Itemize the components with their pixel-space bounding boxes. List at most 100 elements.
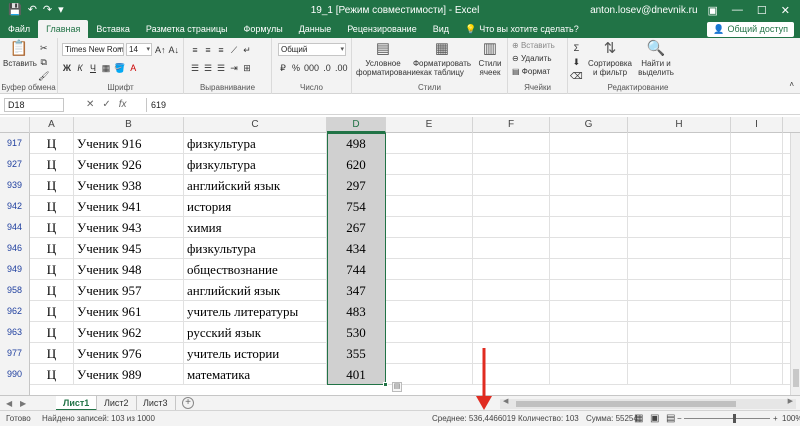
row-header[interactable]: 939 (0, 175, 30, 196)
customize-icon[interactable]: ▾ (58, 0, 64, 20)
copy-icon[interactable]: ⧉ (38, 56, 49, 68)
bold-icon[interactable]: Ж (62, 62, 72, 74)
cell-b[interactable]: Ученик 962 (74, 322, 184, 343)
empty-cell[interactable] (473, 322, 550, 343)
font-size-select[interactable]: 14▾ (126, 43, 152, 56)
zoom-out-icon[interactable]: − (677, 411, 682, 427)
empty-cell[interactable] (473, 364, 550, 385)
cell-b[interactable]: Ученик 916 (74, 133, 184, 154)
column-header-h[interactable]: H (628, 117, 731, 133)
row-header[interactable]: 927 (0, 154, 30, 175)
empty-cell[interactable] (550, 238, 628, 259)
row-header[interactable]: 944 (0, 217, 30, 238)
empty-cell[interactable] (386, 217, 473, 238)
empty-cell[interactable] (473, 175, 550, 196)
cell-d[interactable]: 530 (327, 322, 386, 343)
cell-styles-button[interactable]: ▥ Стили ячеек (474, 40, 506, 77)
empty-cell[interactable] (731, 280, 783, 301)
cell-c[interactable]: математика (184, 364, 327, 385)
decimal-increase-icon[interactable]: .0 (322, 62, 332, 74)
empty-cell[interactable] (550, 217, 628, 238)
user-account[interactable]: anton.losev@dnevnik.ru (590, 5, 697, 16)
align-middle-icon[interactable]: ≡ (203, 44, 213, 56)
empty-cell[interactable] (550, 259, 628, 280)
cell-b[interactable]: Ученик 957 (74, 280, 184, 301)
empty-cell[interactable] (628, 280, 731, 301)
empty-cell[interactable] (731, 217, 783, 238)
column-header-d[interactable]: D (327, 117, 386, 133)
empty-cell[interactable] (550, 133, 628, 154)
borders-icon[interactable]: ▦ (101, 62, 111, 74)
next-sheet-icon[interactable]: ▶ (20, 396, 26, 411)
cell-d[interactable]: 401 (327, 364, 386, 385)
font-name-select[interactable]: Times New Roma▾ (62, 43, 124, 56)
cell-c[interactable]: английский язык (184, 280, 327, 301)
scroll-left-icon[interactable]: ◀ (503, 397, 508, 405)
align-center-icon[interactable]: ☰ (203, 62, 213, 74)
cut-icon[interactable]: ✂ (38, 42, 49, 54)
name-box[interactable]: D18 (4, 98, 64, 112)
fill-handle[interactable] (383, 382, 388, 387)
cell-d[interactable]: 483 (327, 301, 386, 322)
conditional-formatting-button[interactable]: ▤ Условное форматирование (356, 40, 410, 77)
clear-icon[interactable]: ⌫ (570, 70, 583, 82)
cell-d[interactable]: 620 (327, 154, 386, 175)
underline-icon[interactable]: Ч (88, 62, 98, 74)
cell-a[interactable]: Ц (30, 217, 74, 238)
close-icon[interactable]: ✕ (781, 4, 790, 17)
column-header-g[interactable]: G (550, 117, 628, 133)
cell-b[interactable]: Ученик 926 (74, 154, 184, 175)
empty-cell[interactable] (628, 175, 731, 196)
font-color-icon[interactable]: A (128, 62, 138, 74)
cell-a[interactable]: Ц (30, 364, 74, 385)
normal-view-icon[interactable]: ▦ (634, 411, 643, 427)
fill-color-icon[interactable]: 🪣 (114, 62, 125, 74)
tab-review[interactable]: Рецензирование (339, 20, 425, 38)
empty-cell[interactable] (386, 238, 473, 259)
empty-cell[interactable] (386, 196, 473, 217)
cell-c[interactable]: физкультура (184, 133, 327, 154)
row-header[interactable]: 963 (0, 322, 30, 343)
cell-b[interactable]: Ученик 941 (74, 196, 184, 217)
ribbon-display-icon[interactable]: ▣ (708, 4, 718, 17)
cell-d[interactable]: 754 (327, 196, 386, 217)
sort-filter-button[interactable]: ⇅ Сортировка и фильтр (588, 40, 632, 77)
align-bottom-icon[interactable]: ≡ (216, 44, 226, 56)
empty-cell[interactable] (731, 301, 783, 322)
empty-cell[interactable] (731, 196, 783, 217)
prev-sheet-icon[interactable]: ◀ (6, 396, 12, 411)
cell-c[interactable]: физкультура (184, 154, 327, 175)
cell-c[interactable]: история (184, 196, 327, 217)
cell-a[interactable]: Ц (30, 238, 74, 259)
empty-cell[interactable] (628, 259, 731, 280)
empty-cell[interactable] (731, 175, 783, 196)
row-header[interactable]: 942 (0, 196, 30, 217)
empty-cell[interactable] (386, 175, 473, 196)
share-button[interactable]: 👤 Общий доступ (707, 22, 794, 37)
column-header-b[interactable]: B (74, 117, 184, 133)
row-header[interactable]: 946 (0, 238, 30, 259)
empty-cell[interactable] (628, 322, 731, 343)
cell-b[interactable]: Ученик 945 (74, 238, 184, 259)
number-format-select[interactable]: Общий▾ (278, 43, 346, 56)
empty-cell[interactable] (550, 343, 628, 364)
cell-c[interactable]: английский язык (184, 175, 327, 196)
empty-cell[interactable] (628, 217, 731, 238)
format-as-table-button[interactable]: ▦ Форматировать как таблицу (412, 40, 472, 77)
cell-d[interactable]: 267 (327, 217, 386, 238)
cell-a[interactable]: Ц (30, 280, 74, 301)
empty-cell[interactable] (628, 343, 731, 364)
empty-cell[interactable] (473, 196, 550, 217)
quick-analysis-icon[interactable]: ▤ (392, 382, 402, 392)
enter-icon[interactable]: ✓ (102, 98, 110, 112)
cell-c[interactable]: обществознание (184, 259, 327, 280)
autosum-icon[interactable]: Σ (570, 42, 583, 54)
redo-icon[interactable]: ↷ (43, 0, 52, 20)
indent-icon[interactable]: ⇥ (229, 62, 239, 74)
column-header-f[interactable]: F (473, 117, 550, 133)
empty-cell[interactable] (473, 301, 550, 322)
sheet-tab-1[interactable]: Лист1 (56, 396, 97, 411)
row-header[interactable]: 977 (0, 343, 30, 364)
row-header[interactable]: 917 (0, 133, 30, 154)
cell-c[interactable]: русский язык (184, 322, 327, 343)
